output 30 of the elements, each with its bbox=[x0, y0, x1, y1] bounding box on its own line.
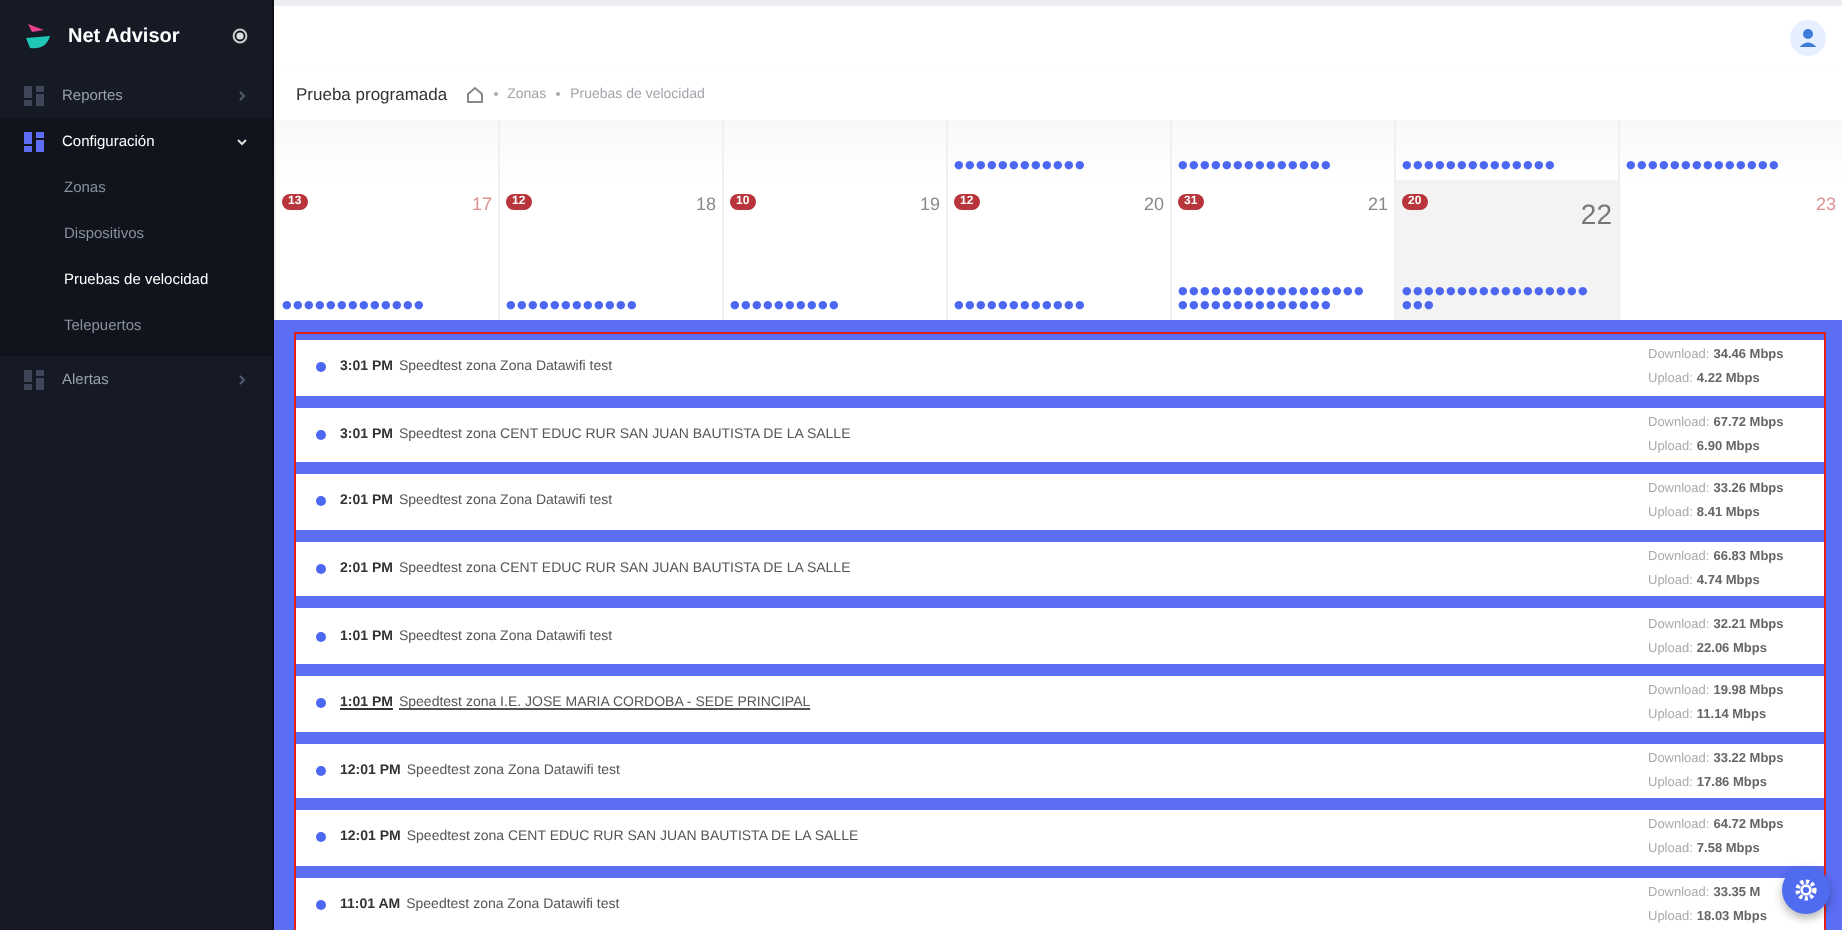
chevron-icon bbox=[236, 135, 248, 147]
event-dot bbox=[316, 429, 326, 440]
day-number: 20 bbox=[1143, 194, 1164, 214]
app-name: Net Advisor bbox=[68, 25, 182, 47]
grid-icon bbox=[24, 131, 44, 151]
day-number: 21 bbox=[1367, 194, 1388, 214]
day-number: 22 bbox=[1580, 196, 1612, 230]
event-dot bbox=[316, 564, 326, 575]
event-dot bbox=[316, 765, 326, 776]
event-dot bbox=[316, 698, 326, 709]
event-dot bbox=[316, 900, 326, 911]
chevron-icon bbox=[236, 89, 248, 101]
day-number: 23 bbox=[1815, 194, 1836, 214]
page-title: Prueba programada bbox=[296, 84, 448, 104]
settings-icon bbox=[1794, 878, 1818, 902]
user-icon[interactable] bbox=[1790, 19, 1826, 55]
event-dot bbox=[316, 631, 326, 642]
event-dot bbox=[316, 496, 326, 507]
day-number: 17 bbox=[471, 194, 492, 214]
grid-icon bbox=[24, 369, 44, 389]
home-icon[interactable] bbox=[465, 85, 484, 103]
grid-icon bbox=[24, 85, 44, 105]
day-number: 18 bbox=[695, 194, 716, 214]
chevron-icon bbox=[236, 373, 248, 385]
event-dot bbox=[316, 362, 326, 373]
logo-icon bbox=[24, 20, 52, 52]
day-number: 19 bbox=[919, 194, 940, 214]
radio-icon[interactable] bbox=[232, 28, 248, 44]
event-dot bbox=[316, 832, 326, 843]
settings-button[interactable] bbox=[1782, 866, 1830, 914]
